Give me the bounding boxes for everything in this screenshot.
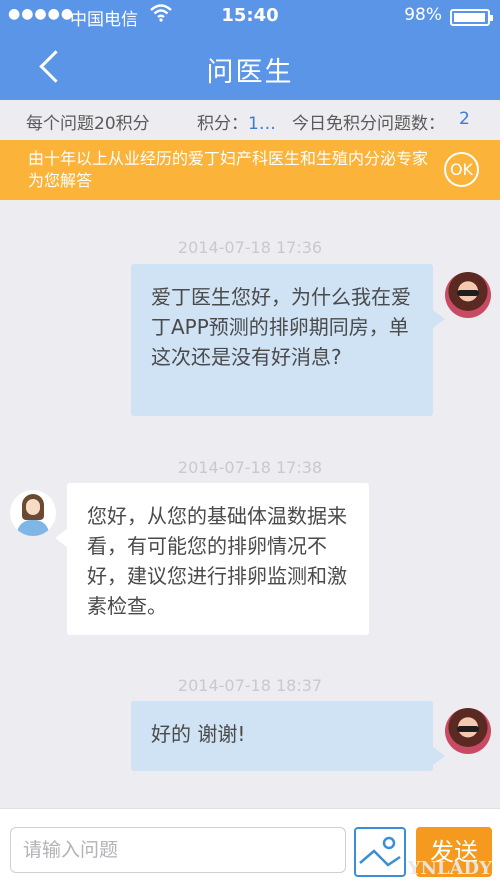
message-timestamp: 2014-07-18 18:37 [177, 676, 323, 695]
image-icon [359, 836, 401, 867]
points-label: 积分： [197, 114, 248, 134]
status-bar: ●●●●● 中国电信 15:40 98% [0, 0, 500, 32]
notice-banner: 由十年以上从业经历的爱丁妇产科医生和生殖内分泌专家为您解答 OK [0, 140, 500, 200]
ok-button[interactable]: OK [444, 152, 479, 187]
battery-percent: 98% [404, 5, 442, 25]
watermark-logo: YNLADY [407, 858, 492, 879]
points-info: 积分：1… [197, 109, 276, 134]
user-avatar[interactable] [445, 708, 491, 754]
page-title: 问医生 [206, 57, 294, 88]
message-timestamp: 2014-07-18 17:36 [177, 238, 323, 257]
free-questions-label: 今日免积分问题数： [292, 114, 445, 134]
user-message-bubble: 好的 谢谢! [131, 701, 445, 771]
message-text: 爱丁医生您好，为什么我在爱丁APP预测的排卵期同房，单这次还是没有好消息? [151, 285, 411, 369]
image-upload-button[interactable] [354, 827, 406, 877]
top-bar: ●●●●● 中国电信 15:40 98% 问医生 [0, 0, 500, 100]
message-text: 您好，从您的基础体温数据来看，有可能您的排卵情况不好，建议您进行排卵监测和激素检… [87, 504, 347, 618]
message-timestamp: 2014-07-18 17:38 [177, 458, 323, 477]
user-message-bubble: 爱丁医生您好，为什么我在爱丁APP预测的排卵期同房，单这次还是没有好消息? [131, 264, 445, 416]
doctor-message-bubble: 您好，从您的基础体温数据来看，有可能您的排卵情况不好，建议您进行排卵监测和激素检… [55, 483, 369, 635]
nav-bar: 问医生 [0, 32, 500, 100]
message-text: 好的 谢谢! [151, 722, 246, 746]
banner-text: 由十年以上从业经历的爱丁妇产科医生和生殖内分泌专家为您解答 [28, 149, 429, 190]
user-avatar[interactable] [445, 272, 491, 318]
info-bar: 每个问题20积分 积分：1… 今日免积分问题数： 2 [0, 100, 500, 140]
points-value: 1… [248, 114, 276, 134]
battery-icon [450, 9, 493, 26]
doctor-avatar[interactable] [10, 490, 56, 536]
question-cost: 每个问题20积分 [26, 114, 150, 134]
question-input[interactable] [10, 827, 346, 873]
free-questions-value: 2 [459, 109, 470, 129]
